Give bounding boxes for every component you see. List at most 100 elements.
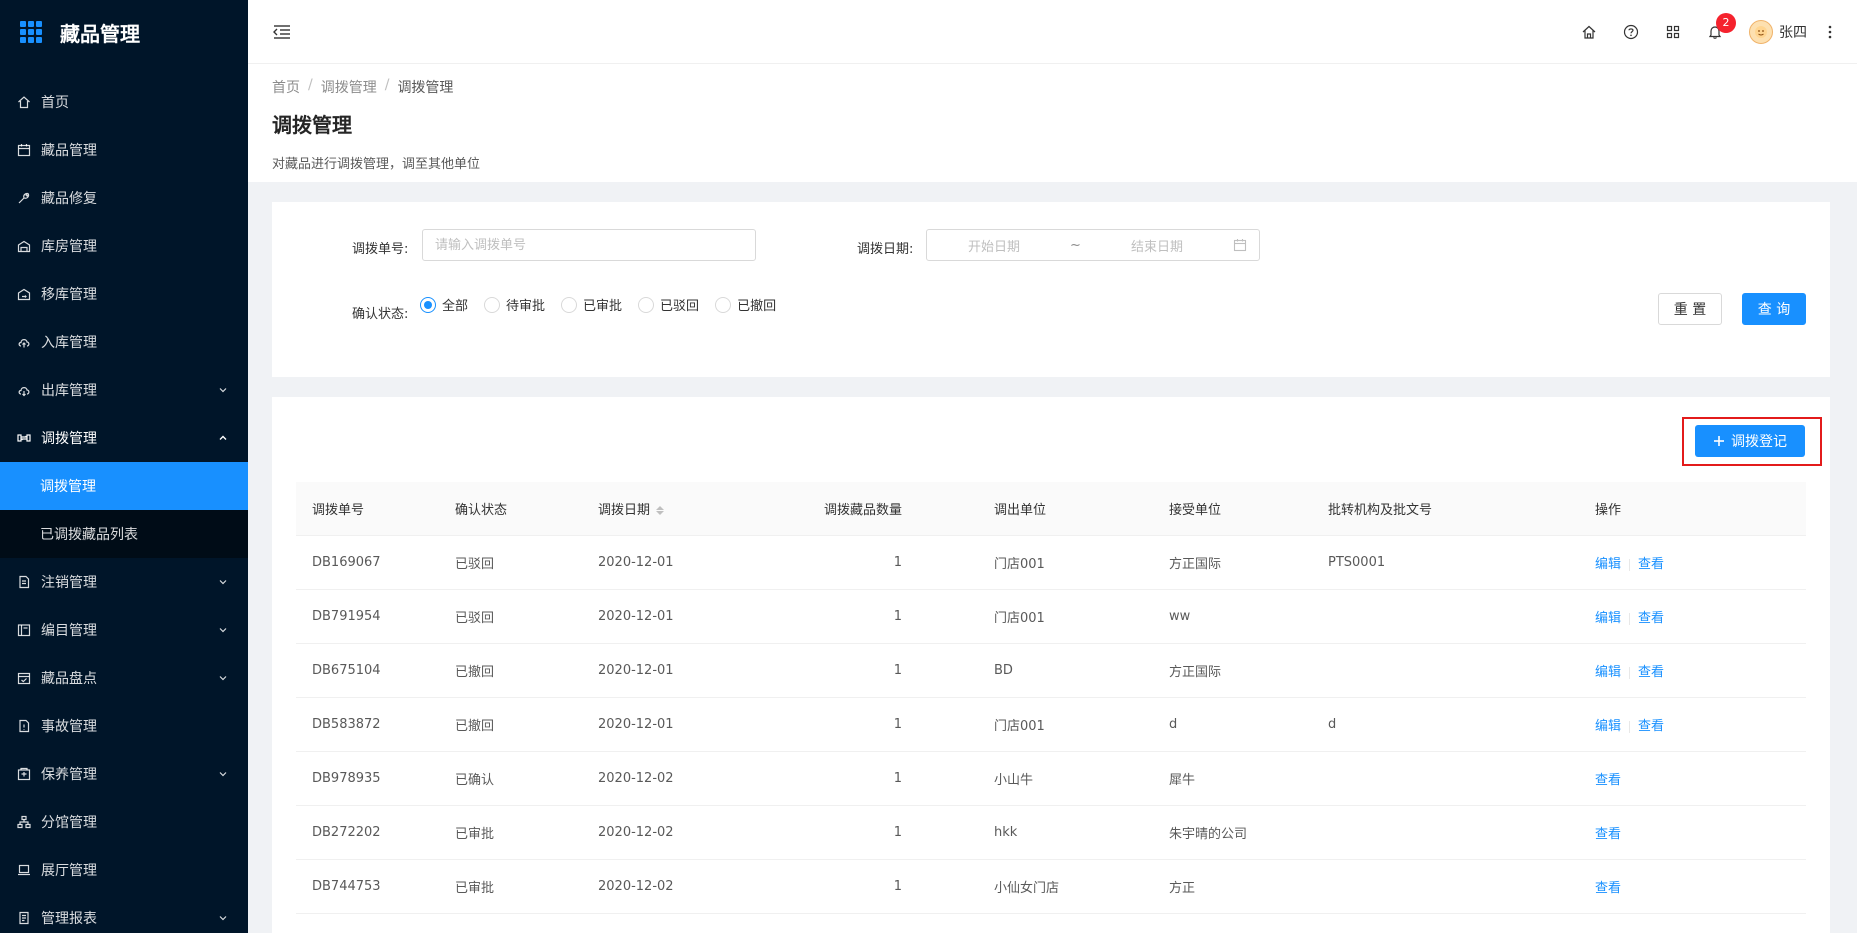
transfer-icon <box>17 431 31 445</box>
cell-to: 犀牛 <box>1169 773 1196 788</box>
sidebar-item-sidebar.items_after.5[interactable]: 分馆管理 <box>0 798 248 846</box>
help-icon[interactable] <box>1623 24 1639 40</box>
sidebar-item-sidebar.items_after.0[interactable]: 注销管理 <box>0 558 248 606</box>
table-body: DB169067 已驳回 2020-12-01 1 门店001 方正国际 PTS0001 编辑… <box>296 536 1806 914</box>
breadcrumb-current: 调拨管理 <box>397 80 454 96</box>
sidebar-item-sidebar.items_after.3[interactable]: 事故管理 <box>0 702 248 750</box>
view-link[interactable]: 查看 <box>1595 881 1621 896</box>
sidebar-item-sidebar.items.6[interactable]: 出库管理 <box>0 366 248 414</box>
cell-actions: 查看 <box>1579 769 1806 788</box>
cell-from: BD <box>994 663 1013 678</box>
apps-grid-icon[interactable] <box>1665 24 1681 40</box>
date-range-picker[interactable]: 开始日期 ~ 结束日期 <box>926 229 1260 261</box>
breadcrumb-separator: / <box>308 77 313 93</box>
cell-to: 方正 <box>1169 881 1196 896</box>
status-radio-2[interactable]: 已审批 <box>561 295 622 314</box>
notification-badge: 2 <box>1716 12 1736 33</box>
cell-no: DB978935 <box>312 771 381 786</box>
table-row: DB675104 已撤回 2020-12-01 1 BD 方正国际 编辑 查看 <box>296 644 1806 698</box>
menu-fold-icon[interactable] <box>272 22 292 42</box>
table-row: DB169067 已驳回 2020-12-01 1 门店001 方正国际 PTS0001 编辑… <box>296 536 1806 590</box>
user-menu[interactable]: 张四 <box>1749 19 1807 44</box>
sidebar-item-sidebar.items_after.2[interactable]: 藏品盘点 <box>0 654 248 702</box>
status-radio-3[interactable]: 已驳回 <box>638 295 699 314</box>
radio-circle[interactable] <box>561 296 578 313</box>
col-approval: 批转机构及批文号 <box>1328 503 1433 518</box>
catalog-icon <box>17 623 31 637</box>
plus-icon <box>1713 435 1725 447</box>
cell-no: DB272202 <box>312 825 381 840</box>
sidebar-item-sidebar.items.3[interactable]: 库房管理 <box>0 222 248 270</box>
action-divider <box>1629 558 1631 571</box>
edit-link[interactable]: 编辑 <box>1595 719 1621 734</box>
sidebar-item-sidebar.items.7[interactable]: 调拨管理 <box>0 414 248 462</box>
sidebar-item-sidebar.items.2[interactable]: 藏品修复 <box>0 174 248 222</box>
status-radio-0[interactable]: 全部 <box>420 295 468 314</box>
breadcrumb-home[interactable]: 首页 <box>272 77 300 97</box>
status-radio-4[interactable]: 已撤回 <box>715 295 776 314</box>
col-date[interactable]: 调拨日期 <box>582 499 725 518</box>
sidebar-item-label: 入库管理 <box>41 335 97 351</box>
table-row: DB583872 已撤回 2020-12-01 1 门店001 d d 编辑 查看 <box>296 698 1806 752</box>
query-button[interactable]: 查 询 <box>1742 293 1806 325</box>
view-link[interactable]: 查看 <box>1638 611 1664 626</box>
sidebar-item-sidebar.items_after.4[interactable]: 保养管理 <box>0 750 248 798</box>
edit-link[interactable]: 编辑 <box>1595 557 1621 572</box>
edit-link[interactable]: 编辑 <box>1595 665 1621 680</box>
avatar <box>1749 19 1773 44</box>
sidebar-item-sidebar.items_after.1[interactable]: 编目管理 <box>0 606 248 654</box>
edit-link[interactable]: 编辑 <box>1595 611 1621 626</box>
submenu-transfer: 调拨管理 已调拨藏品列表 <box>0 462 248 558</box>
sidebar-menu: 首页 藏品管理 藏品修复 库房管理 移库管理 入库管理 出库管理 调拨管理 调拨管理 已调拨藏品列… <box>0 78 248 933</box>
cell-no: DB675104 <box>312 663 381 678</box>
sidebar-subitem-1[interactable]: 已调拨藏品列表 <box>0 510 248 558</box>
view-link[interactable]: 查看 <box>1638 719 1664 734</box>
action-divider <box>1629 612 1631 625</box>
sidebar-item-sidebar.items.4[interactable]: 移库管理 <box>0 270 248 318</box>
cell-to: 方正国际 <box>1169 665 1222 680</box>
sidebar-item-sidebar.items.5[interactable]: 入库管理 <box>0 318 248 366</box>
cell-from: 门店001 <box>994 719 1045 734</box>
cell-from: 门店001 <box>994 611 1045 626</box>
sidebar-item-sidebar.items.0[interactable]: 首页 <box>0 78 248 126</box>
view-link[interactable]: 查看 <box>1638 557 1664 572</box>
add-transfer-button[interactable]: 调拨登记 <box>1695 425 1805 457</box>
radio-circle[interactable] <box>638 296 655 313</box>
order-no-input[interactable] <box>422 229 756 261</box>
notification-bell-icon[interactable]: 2 <box>1707 12 1736 40</box>
radio-circle[interactable] <box>420 296 436 313</box>
date-start-input[interactable]: 开始日期 <box>939 236 1049 255</box>
breadcrumb-transfer[interactable]: 调拨管理 <box>321 77 377 97</box>
col-actions: 操作 <box>1595 503 1622 518</box>
cell-date: 2020-12-02 <box>598 771 674 786</box>
date-end-input[interactable]: 结束日期 <box>1102 236 1212 255</box>
cell-no: DB169067 <box>312 555 381 570</box>
chevron-up-icon <box>218 433 228 443</box>
status-radio-1[interactable]: 待审批 <box>484 295 545 314</box>
view-link[interactable]: 查看 <box>1595 827 1621 842</box>
view-link[interactable]: 查看 <box>1595 773 1621 788</box>
reset-button[interactable]: 重 置 <box>1658 293 1722 325</box>
home-icon[interactable] <box>1581 24 1597 40</box>
cell-date: 2020-12-01 <box>598 555 674 570</box>
col-count: 调拨藏品数量 <box>823 503 902 518</box>
logo[interactable]: 藏品管理 <box>0 0 248 64</box>
transfer-table: 调拨单号 确认状态 调拨日期 调拨藏品数量 调出单位 接受单位 批转机构及批文号… <box>296 482 1806 914</box>
col-from: 调出单位 <box>994 503 1047 518</box>
sidebar-item-label: 藏品盘点 <box>41 671 97 687</box>
radio-label: 已审批 <box>583 299 623 314</box>
view-link[interactable]: 查看 <box>1638 665 1664 680</box>
cell-actions: 编辑 查看 <box>1579 661 1806 680</box>
radio-circle[interactable] <box>484 296 501 313</box>
sidebar-item-sidebar.items.1[interactable]: 藏品管理 <box>0 126 248 174</box>
more-vertical-icon[interactable] <box>1827 24 1833 40</box>
sidebar-subitem-0[interactable]: 调拨管理 <box>0 462 248 510</box>
radio-circle[interactable] <box>715 296 732 313</box>
sort-icon[interactable] <box>656 506 665 515</box>
sidebar-item-sidebar.items_after.6[interactable]: 展厅管理 <box>0 846 248 894</box>
action-divider <box>1629 720 1631 733</box>
sidebar-item-sidebar.items_after.7[interactable]: 管理报表 <box>0 894 248 933</box>
cell-status: 已驳回 <box>455 557 495 572</box>
sidebar-item-label: 管理报表 <box>41 911 97 927</box>
calendar-icon[interactable] <box>1233 238 1247 252</box>
